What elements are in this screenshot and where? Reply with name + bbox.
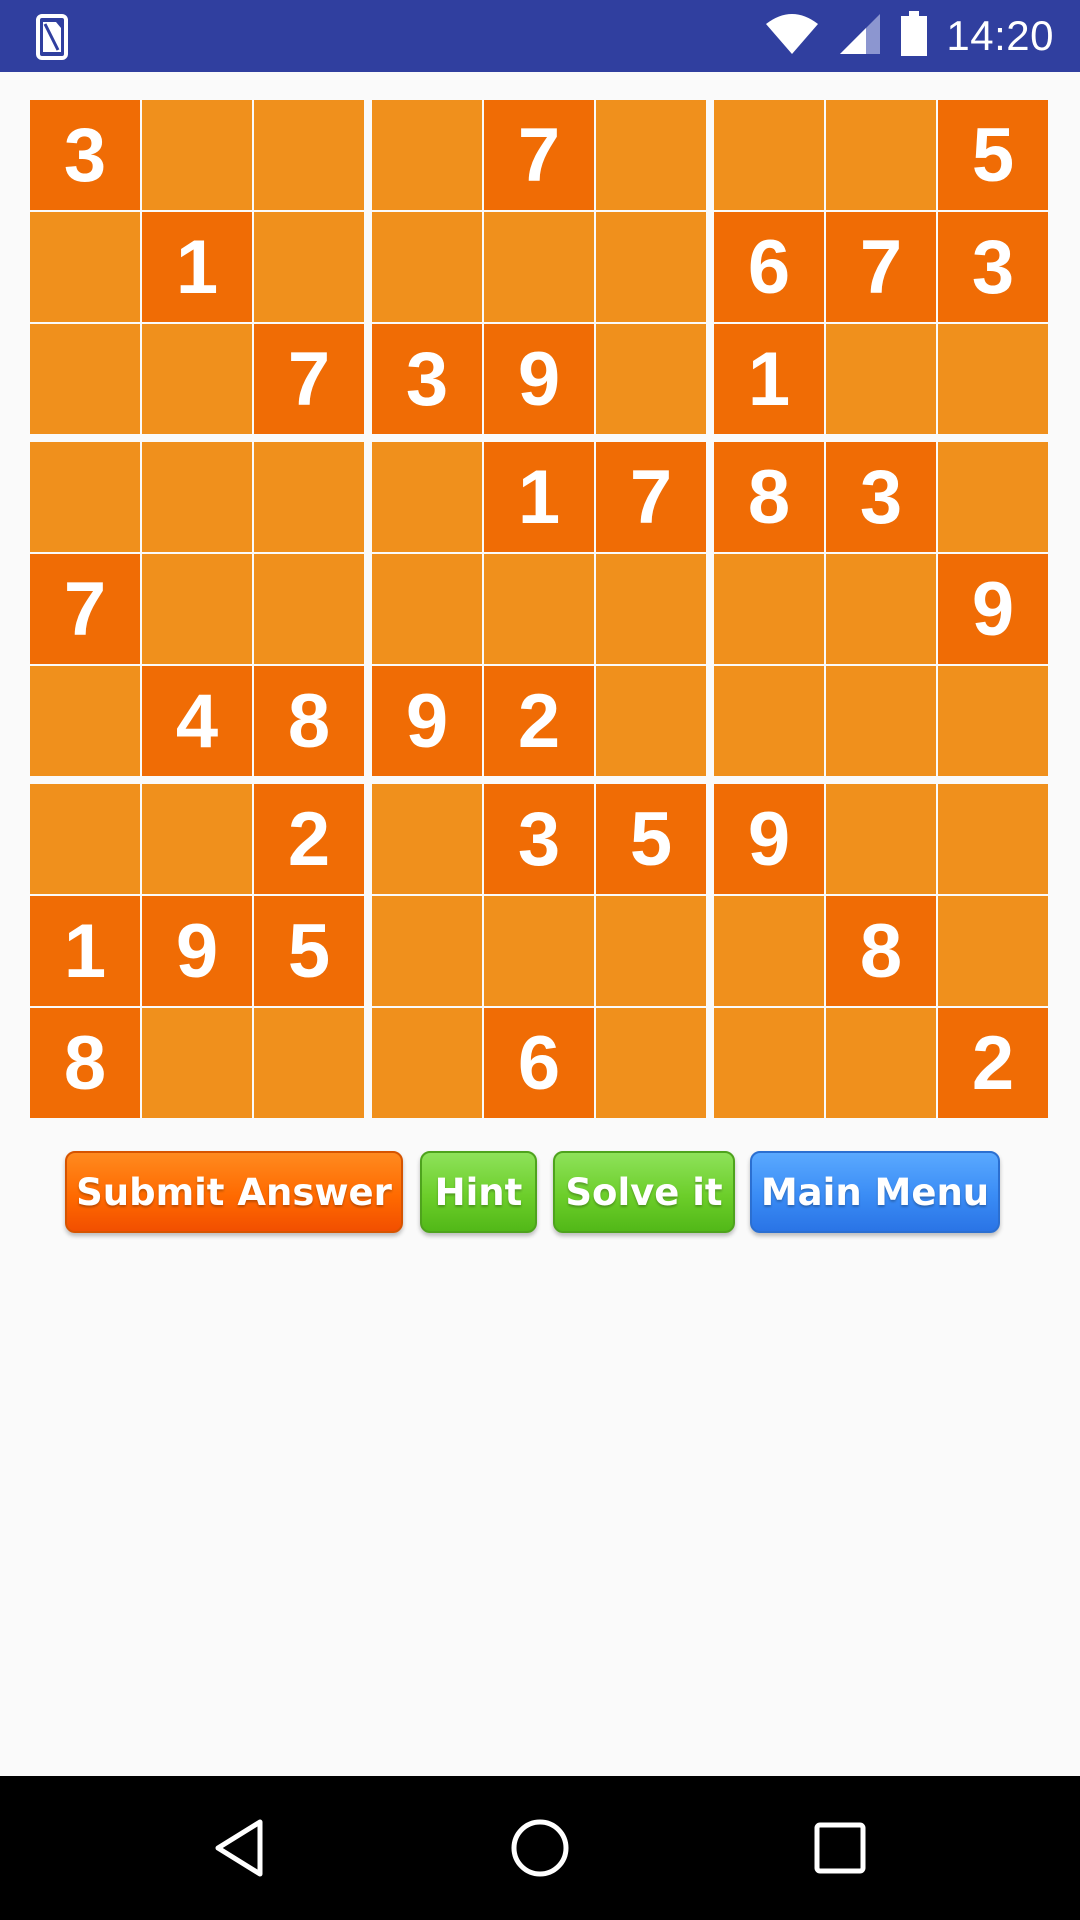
sudoku-cell[interactable]: 6: [484, 1008, 594, 1118]
sudoku-cell[interactable]: [254, 442, 364, 552]
sudoku-cell[interactable]: 9: [142, 896, 252, 1006]
sudoku-cell[interactable]: [826, 1008, 936, 1118]
sudoku-cell[interactable]: [254, 212, 364, 322]
sudoku-cell[interactable]: [372, 100, 482, 210]
sudoku-cell[interactable]: [714, 1008, 824, 1118]
sudoku-cell[interactable]: 7: [254, 324, 364, 434]
sudoku-cell[interactable]: 8: [714, 442, 824, 552]
sudoku-cell[interactable]: 7: [484, 100, 594, 210]
sudoku-cell[interactable]: [142, 1008, 252, 1118]
sudoku-cell[interactable]: 3: [30, 100, 140, 210]
sudoku-cell[interactable]: 3: [484, 784, 594, 894]
home-icon[interactable]: [480, 1776, 600, 1920]
sudoku-cell[interactable]: [254, 100, 364, 210]
sudoku-cell[interactable]: 5: [254, 896, 364, 1006]
sudoku-cell[interactable]: 3: [826, 442, 936, 552]
sudoku-cell[interactable]: [938, 666, 1048, 776]
sudoku-cell[interactable]: 5: [938, 100, 1048, 210]
sudoku-cell[interactable]: 3: [372, 324, 482, 434]
sudoku-cell[interactable]: 4: [142, 666, 252, 776]
sudoku-cell[interactable]: [372, 896, 482, 1006]
sudoku-cell[interactable]: [484, 212, 594, 322]
sudoku-cell[interactable]: 3: [938, 212, 1048, 322]
status-time: 14:20: [946, 12, 1054, 59]
sudoku-cell[interactable]: 7: [826, 212, 936, 322]
sudoku-grid: 37516737391178379489223591958862: [30, 100, 1050, 1118]
sudoku-cell[interactable]: 9: [372, 666, 482, 776]
sudoku-cell[interactable]: [714, 100, 824, 210]
sudoku-cell[interactable]: [254, 554, 364, 664]
sudoku-cell[interactable]: [372, 784, 482, 894]
status-bar: 14:20: [0, 0, 1080, 72]
sudoku-cell[interactable]: [714, 554, 824, 664]
sudoku-cell[interactable]: [938, 784, 1048, 894]
sudoku-cell[interactable]: 5: [596, 784, 706, 894]
sudoku-cell[interactable]: 2: [484, 666, 594, 776]
sudoku-cell[interactable]: 7: [30, 554, 140, 664]
sudoku-cell[interactable]: 9: [714, 784, 824, 894]
sudoku-cell[interactable]: [372, 1008, 482, 1118]
sudoku-cell[interactable]: [484, 554, 594, 664]
sudoku-cell[interactable]: 1: [484, 442, 594, 552]
navigation-bar: [0, 1776, 1080, 1920]
sudoku-cell[interactable]: [826, 666, 936, 776]
sudoku-cell[interactable]: [142, 100, 252, 210]
sudoku-cell[interactable]: [30, 666, 140, 776]
sudoku-cell[interactable]: 8: [254, 666, 364, 776]
sudoku-cell[interactable]: [142, 784, 252, 894]
sudoku-cell[interactable]: [484, 896, 594, 1006]
sudoku-cell[interactable]: [372, 554, 482, 664]
wifi-icon: [764, 12, 820, 61]
hint-button[interactable]: Hint: [420, 1151, 537, 1233]
sudoku-cell[interactable]: [30, 442, 140, 552]
sudoku-cell[interactable]: [938, 442, 1048, 552]
main-menu-button[interactable]: Main Menu: [750, 1151, 1000, 1233]
sudoku-cell[interactable]: [596, 896, 706, 1006]
submit-answer-button[interactable]: Submit Answer: [65, 1151, 403, 1233]
recents-icon[interactable]: [780, 1776, 900, 1920]
sudoku-cell[interactable]: 9: [938, 554, 1048, 664]
sudoku-cell[interactable]: 8: [30, 1008, 140, 1118]
status-icons: 14:20: [764, 0, 1054, 72]
sudoku-cell[interactable]: [30, 784, 140, 894]
action-buttons: Submit Answer Hint Solve it Main Menu: [0, 1151, 1080, 1235]
sudoku-cell[interactable]: [826, 554, 936, 664]
sudoku-cell[interactable]: 2: [254, 784, 364, 894]
sim-card-icon: [36, 14, 68, 60]
battery-icon: [900, 10, 928, 62]
sudoku-cell[interactable]: [596, 554, 706, 664]
back-icon[interactable]: [180, 1776, 300, 1920]
sudoku-cell[interactable]: 8: [826, 896, 936, 1006]
sudoku-cell[interactable]: [826, 100, 936, 210]
sudoku-cell[interactable]: [30, 212, 140, 322]
sudoku-cell[interactable]: 1: [714, 324, 824, 434]
sudoku-cell[interactable]: 2: [938, 1008, 1048, 1118]
sudoku-cell[interactable]: [596, 666, 706, 776]
sudoku-cell[interactable]: [596, 324, 706, 434]
sudoku-cell[interactable]: [142, 324, 252, 434]
sudoku-cell[interactable]: [596, 100, 706, 210]
sudoku-cell[interactable]: [714, 666, 824, 776]
sudoku-cell[interactable]: [826, 784, 936, 894]
sudoku-cell[interactable]: [372, 212, 482, 322]
sudoku-cell[interactable]: [142, 554, 252, 664]
cell-signal-icon: [838, 12, 882, 61]
solve-it-button[interactable]: Solve it: [553, 1151, 735, 1233]
sudoku-cell[interactable]: 1: [30, 896, 140, 1006]
sudoku-cell[interactable]: [714, 896, 824, 1006]
sudoku-cell[interactable]: [142, 442, 252, 552]
sudoku-cell[interactable]: [254, 1008, 364, 1118]
sudoku-cell[interactable]: 1: [142, 212, 252, 322]
sudoku-cell[interactable]: [372, 442, 482, 552]
sudoku-cell[interactable]: [938, 896, 1048, 1006]
sudoku-cell[interactable]: 9: [484, 324, 594, 434]
sudoku-cell[interactable]: [826, 324, 936, 434]
sudoku-cell[interactable]: [30, 324, 140, 434]
sudoku-cell[interactable]: [938, 324, 1048, 434]
sudoku-cell[interactable]: 6: [714, 212, 824, 322]
sudoku-cell[interactable]: [596, 1008, 706, 1118]
sudoku-cell[interactable]: 7: [596, 442, 706, 552]
sudoku-cell[interactable]: [596, 212, 706, 322]
